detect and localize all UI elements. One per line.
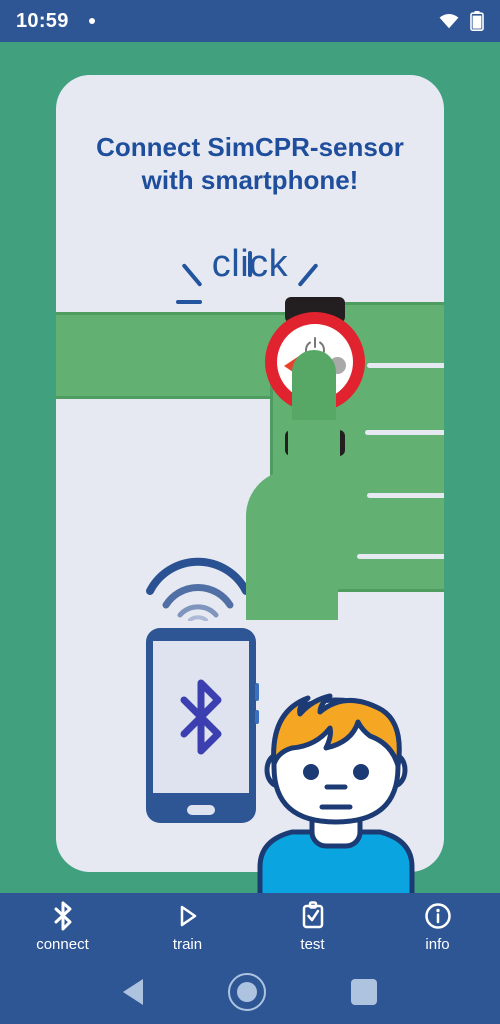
click-burst: click [56, 243, 444, 304]
phone-screen [153, 641, 249, 793]
bottom-navigation: connect train test info [0, 893, 500, 960]
home-icon[interactable] [227, 973, 266, 1011]
finger-line-2 [365, 430, 444, 435]
burst-ray-top [248, 251, 252, 277]
status-bar: 10:59 [0, 0, 500, 42]
nav-label-info: info [425, 935, 450, 953]
forearm-shape [56, 312, 298, 399]
burst-ray-left-diag [181, 262, 203, 288]
finger-tip-shape [292, 350, 336, 420]
nav-label-test: test [300, 935, 325, 953]
smartphone-icon[interactable] [146, 628, 259, 823]
burst-ray-right-diag [297, 262, 319, 288]
finger-line-3 [367, 493, 444, 498]
status-bar-clock: 10:59 [16, 9, 69, 32]
info-circle-icon [424, 902, 451, 929]
battery-icon [470, 11, 484, 31]
wifi-icon [439, 14, 459, 29]
finger-line-1 [367, 363, 444, 368]
page-title-line2: with smartphone! [141, 164, 359, 195]
play-icon [180, 905, 196, 926]
finger-line-4 [357, 554, 444, 559]
phone-home-button-icon [187, 805, 215, 815]
app-root: 10:59 Connect SimCPR-sensor with smartph… [0, 0, 500, 1024]
illustration-stage: Connect SimCPR-sensor with smartphone! c… [0, 42, 500, 893]
nav-label-train: train [172, 935, 203, 953]
nav-item-train[interactable]: train [125, 893, 250, 960]
nav-item-connect[interactable]: connect [0, 893, 125, 960]
nav-item-test[interactable]: test [250, 893, 375, 960]
notification-dot-icon [88, 18, 95, 24]
clipboard-check-icon [302, 900, 323, 928]
status-bar-icons [438, 11, 484, 31]
bluetooth-icon [54, 901, 71, 930]
nav-label-connect: connect [36, 935, 89, 953]
burst-ray-left-dash [176, 300, 202, 304]
page-title-line1: Connect SimCPR-sensor [96, 132, 404, 162]
recents-icon[interactable] [351, 979, 378, 1005]
wireless-signal-icon [146, 557, 250, 621]
boy-avatar-icon [257, 693, 415, 893]
bluetooth-icon [180, 679, 222, 755]
android-navigation-bar [0, 960, 500, 1024]
page-title: Connect SimCPR-sensor with smartphone! [56, 131, 444, 197]
nav-item-info[interactable]: info [375, 893, 500, 960]
back-icon[interactable] [122, 979, 143, 1005]
